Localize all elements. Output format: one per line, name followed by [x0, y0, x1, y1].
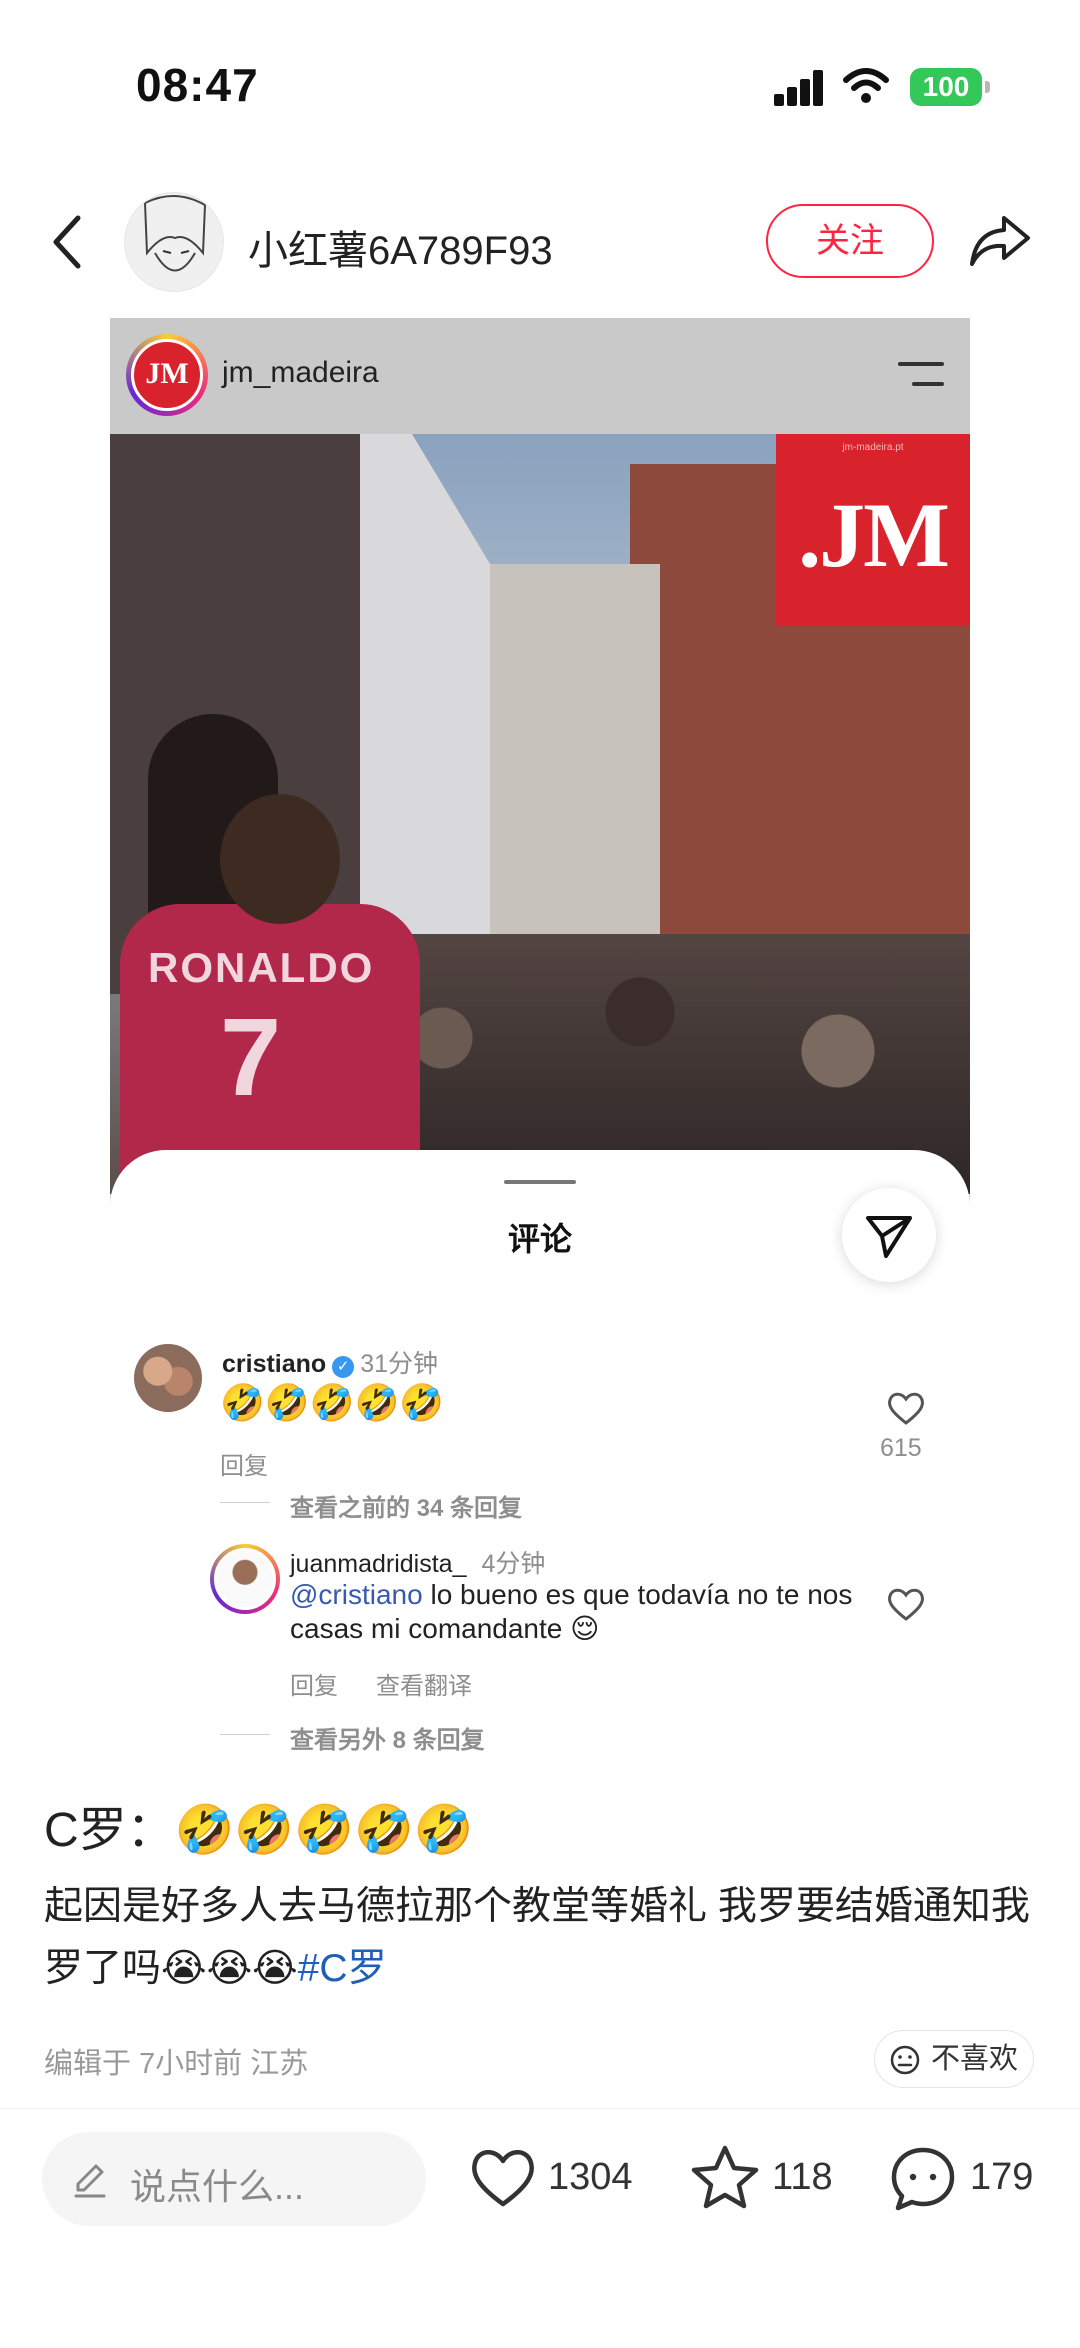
sheet-handle [504, 1180, 576, 1184]
comment-header: juanmadridista_ 4分钟 [290, 1544, 545, 1580]
comment-username: cristiano [222, 1350, 327, 1378]
child-head [220, 794, 340, 924]
like-button[interactable]: 1304 [468, 2144, 638, 2214]
building [490, 564, 660, 944]
comment-count: 179 [970, 2156, 1034, 2198]
bottom-action-bar: 说点什么... 1304 118 179 [0, 2110, 1080, 2348]
collect-count: 118 [772, 2156, 833, 2198]
comment-input[interactable]: 说点什么... [42, 2132, 426, 2226]
divider [0, 2108, 1080, 2109]
child-figure: RONALDO 7 [120, 794, 420, 1194]
star-icon [691, 2145, 759, 2209]
jm-brand-url: jm-madeira.pt [842, 442, 904, 453]
caption-text: 起因是好多人去马德拉那个教堂等婚礼 我罗要结婚通知我罗了吗😭😭😭 [44, 1885, 1030, 1990]
heart-icon [472, 2150, 534, 2207]
dislike-button[interactable]: 不喜欢 [874, 2030, 1034, 2088]
comment-text: 🤣🤣🤣🤣🤣 [220, 1382, 445, 1423]
reply-link: 回复 [220, 1453, 268, 1480]
caption-title: C罗：🤣🤣🤣🤣🤣 [44, 1804, 474, 1857]
photo-scene: jm-madeira.pt .JM RONALDO 7 [110, 434, 970, 1194]
back-arrow-icon[interactable] [44, 212, 92, 272]
mention-link: @cristiano [290, 1579, 423, 1610]
post-image[interactable]: JM jm_madeira jm-madeira.pt .JM RONALDO … [110, 318, 970, 1293]
paper-plane-icon [866, 1216, 912, 1258]
status-time: 08:47 [136, 59, 259, 111]
send-button [842, 1188, 936, 1282]
verified-badge-icon: ✓ [332, 1356, 355, 1378]
view-more-replies: 查看另外 8 条回复 [220, 1720, 485, 1755]
reply-link: 回复 [290, 1673, 338, 1700]
collect-button[interactable]: 118 [690, 2144, 840, 2214]
comment-input-placeholder: 说点什么... [130, 2166, 305, 2207]
comment-time: 31分钟 [360, 1350, 439, 1378]
jm-brand-logo: jm-madeira.pt .JM [776, 434, 970, 626]
pencil-icon [74, 2164, 106, 2198]
status-bar: 08:47 100 [0, 0, 1080, 170]
comment-username: juanmadridista_ [290, 1550, 467, 1578]
post-header: 小红薯6A789F93 关注 [0, 180, 1080, 300]
comment-time: 4分钟 [481, 1550, 546, 1578]
comments-sheet-header: 评论 [110, 1150, 970, 1340]
comment-like-count: 615 [880, 1434, 922, 1462]
ig-logo-text: JM [131, 339, 203, 411]
author-username[interactable]: 小红薯6A789F93 [248, 218, 553, 276]
jersey-name: RONALDO [148, 944, 375, 991]
sheet-title: 评论 [507, 1221, 572, 1257]
jm-brand-text: .JM [798, 484, 950, 586]
ig-account-name: jm_madeira [222, 356, 379, 389]
ig-account-avatar: JM [126, 334, 208, 416]
comment-button[interactable]: 179 [888, 2144, 1038, 2214]
hashtag-link[interactable]: #C罗 [298, 1947, 387, 1990]
follow-button[interactable]: 关注 [766, 204, 934, 278]
comment-header: cristiano ✓ 31分钟 [222, 1344, 438, 1380]
translate-link: 查看翻译 [376, 1673, 472, 1700]
comment-avatar [134, 1344, 202, 1412]
comment-text: @cristiano lo bueno es que todavía no te… [290, 1578, 870, 1646]
comments-list: cristiano ✓ 31分钟 🤣🤣🤣🤣🤣 回复 615 查看之前的 34 条回复… [110, 1330, 970, 1760]
speech-bubble-icon [891, 2147, 955, 2211]
view-previous-replies: 查看之前的 34 条回复 [219, 1488, 522, 1523]
heart-icon [888, 1392, 924, 1425]
battery-indicator: 100 [910, 68, 990, 106]
post-meta: 编辑于 7小时前 江苏 [44, 2048, 309, 2080]
jersey-number: 7 [220, 996, 282, 1119]
dislike-label: 不喜欢 [931, 2043, 1019, 2075]
like-count: 1304 [548, 2156, 633, 2198]
signal-icon [774, 70, 824, 106]
caption-body: 起因是好多人去马德拉那个教堂等婚礼 我罗要结婚通知我罗了吗😭😭😭#C罗 [44, 1876, 1044, 2000]
author-avatar[interactable] [124, 192, 224, 292]
comment-avatar [210, 1544, 280, 1614]
share-icon[interactable] [968, 210, 1032, 270]
heart-icon [888, 1588, 924, 1621]
wifi-icon [843, 68, 889, 103]
neutral-face-icon [890, 2045, 920, 2075]
ig-header: JM jm_madeira [110, 318, 970, 434]
menu-icon [898, 362, 944, 388]
